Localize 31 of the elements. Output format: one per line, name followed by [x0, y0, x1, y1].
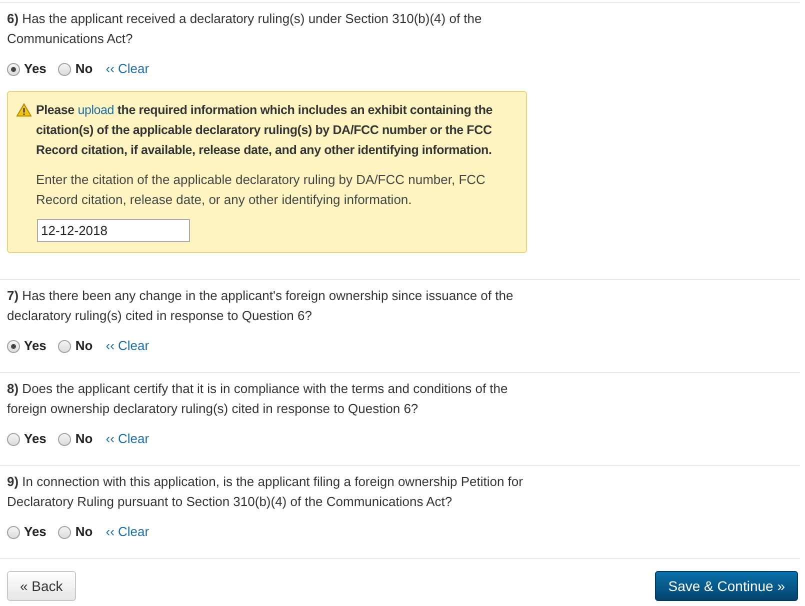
question-text: 9) In connection with this application, is the applicant filing a foreign ownership Petition for Declaratory Ruling pursuant to Section 310(b)(4) of the Communications Act? [7, 473, 524, 511]
radio-label[interactable]: No [75, 336, 93, 356]
radio-label[interactable]: No [75, 429, 93, 449]
radio-label[interactable]: No [75, 59, 93, 79]
question-text: 7) Has there been any change in the applicant's foreign ownership since issuance of the declaratory ruling(s) cited in response to Question 6? [7, 287, 514, 325]
radio-button[interactable] [58, 340, 72, 352]
radio-button[interactable] [7, 62, 20, 76]
back-button[interactable]: « Back [7, 571, 76, 601]
clear-link[interactable]: ‹‹ Clear [106, 336, 150, 356]
citation-input[interactable]: 12-12-2018 [37, 219, 190, 242]
radio-button[interactable] [58, 62, 72, 76]
alert-message: Please upload the required information which includes an exhibit containing the citation(s) of the applicable declaratory ruling(s) by DA/FCC number or the FCC Record citation, if available, release date, and any other identifying information. [36, 102, 494, 159]
save-continue-button[interactable]: Save & Continue » [655, 571, 798, 601]
question-text: 6) Has the applicant received a declaratory ruling(s) under Section 310(b)(4) of the Communications Act? [7, 10, 483, 48]
upload-link[interactable]: upload [78, 103, 114, 117]
radio-label[interactable]: Yes [24, 59, 46, 79]
radio-label[interactable]: Yes [24, 429, 46, 449]
radio-label[interactable]: Yes [24, 336, 46, 356]
warning-icon [16, 103, 32, 117]
radio-label[interactable]: No [75, 522, 93, 542]
radio-button[interactable] [58, 432, 72, 446]
instruction-text: Enter the citation of the applicable declaratory ruling by DA/FCC number, FCC Record citation, release date, or any other identifying information. [36, 171, 486, 209]
clear-link[interactable]: ‹‹ Clear [106, 429, 150, 449]
radio-button[interactable] [7, 526, 20, 538]
clear-link[interactable]: ‹‹ Clear [106, 522, 150, 542]
question-text: 8) Does the applicant certify that it is in compliance with the terms and conditions of the foreign ownership declaratory ruling(s) cited in response to Question 6? [7, 380, 509, 418]
radio-button[interactable] [7, 432, 20, 446]
radio-button[interactable] [7, 340, 20, 352]
clear-link[interactable]: ‹‹ Clear [106, 59, 150, 79]
radio-label[interactable]: Yes [24, 522, 46, 542]
radio-button[interactable] [58, 526, 72, 538]
